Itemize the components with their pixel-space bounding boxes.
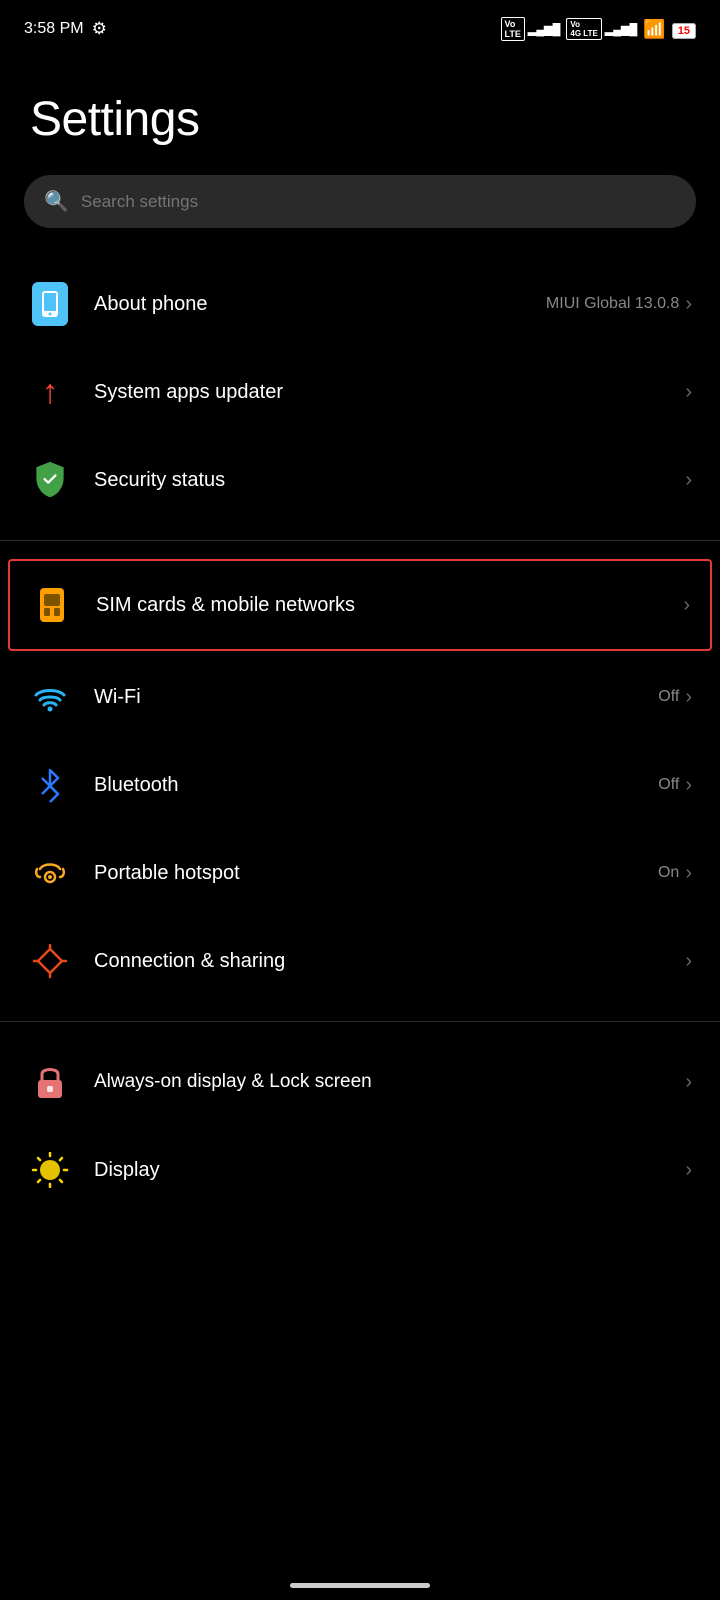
bluetooth-content: Bluetooth <box>94 774 636 797</box>
sim-icon <box>30 583 74 627</box>
bluetooth-value: Off <box>658 776 679 794</box>
wifi-value: Off <box>658 688 679 706</box>
search-icon: 🔍 <box>44 189 69 214</box>
security-status-label: Security status <box>94 469 663 492</box>
display-content: Display <box>94 1159 663 1182</box>
settings-item-sim-cards[interactable]: SIM cards & mobile networks › <box>8 559 712 651</box>
divider-1 <box>0 540 720 541</box>
search-input[interactable] <box>81 192 676 212</box>
always-on-display-content: Always-on display & Lock screen <box>94 1071 663 1093</box>
section-display: Always-on display & Lock screen › Displa… <box>0 1030 720 1222</box>
system-apps-updater-label: System apps updater <box>94 381 663 404</box>
always-on-display-label: Always-on display & Lock screen <box>94 1071 663 1093</box>
sim-cards-content: SIM cards & mobile networks <box>96 594 661 617</box>
about-phone-value: MIUI Global 13.0.8 <box>546 295 679 313</box>
sim-cards-label: SIM cards & mobile networks <box>96 594 661 617</box>
bluetooth-chevron: › <box>685 774 692 797</box>
connection-sharing-right: › <box>685 950 692 973</box>
sim-cards-chevron: › <box>683 594 690 617</box>
status-right: VoLTE ▂▄▆█ Vo4G LTE ▂▄▆█ 📶 15 <box>501 17 696 41</box>
settings-item-display[interactable]: Display › <box>0 1126 720 1214</box>
security-status-right: › <box>685 469 692 492</box>
lock-screen-icon <box>28 1060 72 1104</box>
about-phone-right: MIUI Global 13.0.8 › <box>546 293 692 316</box>
display-icon <box>28 1148 72 1192</box>
hotspot-chevron: › <box>685 862 692 885</box>
home-indicator <box>290 1583 430 1588</box>
sim-cards-right: › <box>683 594 690 617</box>
page-title: Settings <box>0 52 720 167</box>
divider-2 <box>0 1021 720 1022</box>
settings-item-connection-sharing[interactable]: Connection & sharing › <box>0 917 720 1005</box>
signal-bars-1: ▂▄▆█ <box>528 23 561 36</box>
hotspot-right: On › <box>658 862 692 885</box>
display-label: Display <box>94 1159 663 1182</box>
gear-icon: ⚙ <box>92 19 107 39</box>
system-apps-updater-content: System apps updater <box>94 381 663 404</box>
status-left: 3:58 PM ⚙ <box>24 19 107 39</box>
security-status-chevron: › <box>685 469 692 492</box>
hotspot-content: Portable hotspot <box>94 862 636 885</box>
search-bar[interactable]: 🔍 <box>24 175 696 228</box>
settings-item-hotspot[interactable]: Portable hotspot On › <box>0 829 720 917</box>
settings-item-bluetooth[interactable]: Bluetooth Off › <box>0 741 720 829</box>
connection-sharing-label: Connection & sharing <box>94 950 663 973</box>
signal-group-2: Vo4G LTE ▂▄▆█ <box>566 18 637 40</box>
wifi-icon: 📶 <box>643 19 665 40</box>
display-chevron: › <box>685 1159 692 1182</box>
wifi-content: Wi-Fi <box>94 686 636 709</box>
connection-sharing-chevron: › <box>685 950 692 973</box>
phone-icon <box>28 282 72 326</box>
wifi-right: Off › <box>658 686 692 709</box>
signal-group-1: VoLTE ▂▄▆█ <box>501 17 561 41</box>
battery-indicator: 15 <box>672 22 696 37</box>
system-apps-right: › <box>685 381 692 404</box>
always-on-display-chevron: › <box>685 1071 692 1094</box>
wifi-settings-icon <box>28 675 72 719</box>
wifi-label: Wi-Fi <box>94 686 636 709</box>
settings-item-always-on-display[interactable]: Always-on display & Lock screen › <box>0 1038 720 1126</box>
settings-item-system-apps-updater[interactable]: ↑ System apps updater › <box>0 348 720 436</box>
shield-icon <box>28 458 72 502</box>
about-phone-chevron: › <box>685 293 692 316</box>
section-top: About phone MIUI Global 13.0.8 › ↑ Syste… <box>0 252 720 532</box>
settings-item-wifi[interactable]: Wi-Fi Off › <box>0 653 720 741</box>
bluetooth-label: Bluetooth <box>94 774 636 797</box>
bluetooth-right: Off › <box>658 774 692 797</box>
hotspot-label: Portable hotspot <box>94 862 636 885</box>
bluetooth-icon <box>28 763 72 807</box>
time-display: 3:58 PM <box>24 20 84 38</box>
about-phone-label: About phone <box>94 293 524 316</box>
section-connectivity: SIM cards & mobile networks › Wi-Fi Off … <box>0 549 720 1013</box>
hotspot-icon <box>28 851 72 895</box>
always-on-display-right: › <box>685 1071 692 1094</box>
signal-bars-2: ▂▄▆█ <box>605 23 638 36</box>
connection-sharing-content: Connection & sharing <box>94 950 663 973</box>
settings-item-about-phone[interactable]: About phone MIUI Global 13.0.8 › <box>0 260 720 348</box>
security-status-content: Security status <box>94 469 663 492</box>
wifi-chevron: › <box>685 686 692 709</box>
about-phone-content: About phone <box>94 293 524 316</box>
volte-badge-1: VoLTE <box>501 17 525 41</box>
settings-item-security-status[interactable]: Security status › <box>0 436 720 524</box>
status-bar: 3:58 PM ⚙ VoLTE ▂▄▆█ Vo4G LTE ▂▄▆█ 📶 15 <box>0 0 720 52</box>
system-apps-chevron: › <box>685 381 692 404</box>
update-icon: ↑ <box>28 370 72 414</box>
display-right: › <box>685 1159 692 1182</box>
connection-sharing-icon <box>28 939 72 983</box>
volte-badge-2: Vo4G LTE <box>566 18 601 40</box>
hotspot-value: On <box>658 864 679 882</box>
